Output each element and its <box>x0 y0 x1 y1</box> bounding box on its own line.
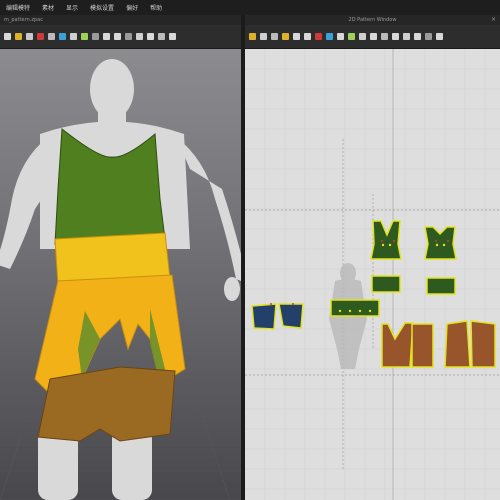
measure-icon[interactable] <box>169 33 176 40</box>
pin-icon[interactable] <box>315 33 322 40</box>
pattern-shirt-back <box>424 226 457 260</box>
close-icon[interactable]: × <box>491 16 496 23</box>
menu-edit-avatar[interactable]: 编辑模特 <box>0 3 36 12</box>
sew-tool-icon[interactable] <box>304 33 311 40</box>
shorts-3d <box>37 366 176 442</box>
menu-bar: 编辑模特 素材 显示 模拟设置 偏好 帮助 <box>0 0 500 15</box>
pattern-shorts-2 <box>411 323 434 368</box>
pattern-window-title: 2D Pattern Window <box>348 17 397 23</box>
pattern-belt-2 <box>426 277 456 295</box>
file-name: m_pattern.zpac <box>4 17 43 23</box>
sew-tool-icon[interactable] <box>425 33 432 40</box>
pattern-tool-icon[interactable] <box>436 33 443 40</box>
pattern-shorts-4 <box>470 320 496 368</box>
viewport-3d[interactable] <box>0 49 241 500</box>
pattern-belt-1 <box>371 275 401 293</box>
pin-icon[interactable] <box>37 33 44 40</box>
avatar-icon[interactable] <box>158 33 165 40</box>
sew-tool-icon[interactable] <box>403 33 410 40</box>
pattern-blue-right <box>278 303 304 329</box>
avatar-icon[interactable] <box>70 33 77 40</box>
menu-preferences[interactable]: 偏好 <box>120 3 144 12</box>
pattern-belt-3 <box>330 299 380 317</box>
measure-icon[interactable] <box>81 33 88 40</box>
pattern-tool-icon[interactable] <box>326 33 333 40</box>
cursor-icon[interactable] <box>4 33 11 40</box>
sew-tool-icon[interactable] <box>260 33 267 40</box>
pattern-blue-left <box>251 303 277 330</box>
fold-icon[interactable] <box>48 33 55 40</box>
menu-simulation[interactable]: 模拟设置 <box>84 3 120 12</box>
move-icon[interactable] <box>103 33 110 40</box>
pattern-shirt-front <box>370 220 402 260</box>
pattern-window-toolbar <box>245 25 500 49</box>
pattern-tool-icon[interactable] <box>392 33 399 40</box>
pattern-grid <box>245 49 500 500</box>
sew-tool-icon[interactable] <box>381 33 388 40</box>
move-icon[interactable] <box>15 33 22 40</box>
rotate-icon[interactable] <box>26 33 33 40</box>
sew-tool-icon[interactable] <box>282 33 289 40</box>
rotate-icon[interactable] <box>114 33 121 40</box>
pattern-tool-icon[interactable] <box>293 33 300 40</box>
pattern-pieces <box>251 220 496 368</box>
sew-tool-icon[interactable] <box>337 33 344 40</box>
fold-icon[interactable] <box>136 33 143 40</box>
pattern-window-titlebar: 2D Pattern Window × <box>245 15 500 25</box>
viewport-3d-toolbar <box>0 25 241 49</box>
pattern-tool-icon[interactable] <box>348 33 355 40</box>
pattern-tool-icon[interactable] <box>370 33 377 40</box>
pattern-tool-icon[interactable] <box>249 33 256 40</box>
viewport-3d-titlebar: m_pattern.zpac <box>0 15 241 25</box>
menu-display[interactable]: 显示 <box>60 3 84 12</box>
pattern-shorts-3 <box>444 320 471 368</box>
pattern-tool-icon[interactable] <box>414 33 421 40</box>
menu-help[interactable]: 帮助 <box>144 3 168 12</box>
pattern-window[interactable] <box>245 49 500 500</box>
pattern-shorts-1 <box>381 322 414 368</box>
pin-icon[interactable] <box>125 33 132 40</box>
cursor-icon[interactable] <box>92 33 99 40</box>
pattern-tool-icon[interactable] <box>271 33 278 40</box>
sew-tool-icon[interactable] <box>359 33 366 40</box>
texture-icon[interactable] <box>147 33 154 40</box>
texture-icon[interactable] <box>59 33 66 40</box>
menu-materials[interactable]: 素材 <box>36 3 60 12</box>
